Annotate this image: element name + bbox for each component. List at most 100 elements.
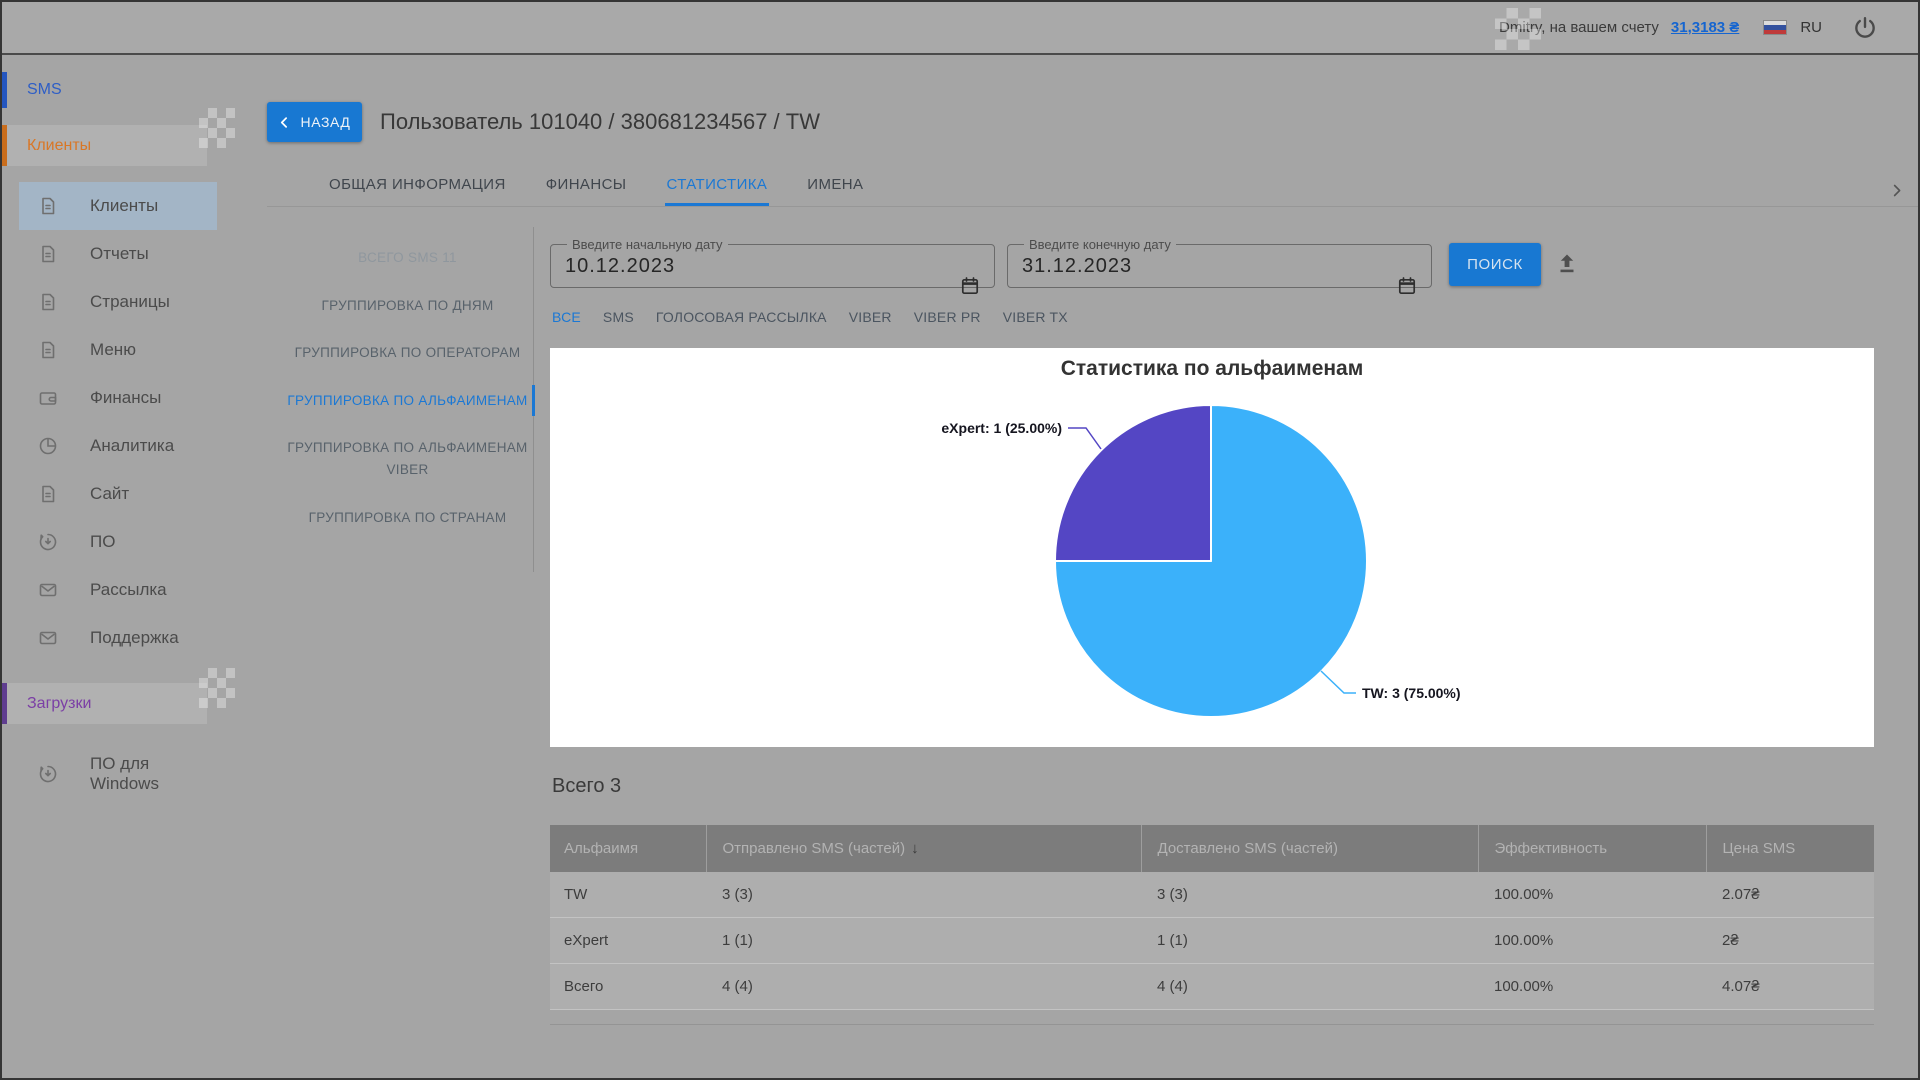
subnav-total-sms: ВСЕГО SMS 11 [282, 247, 533, 269]
main-content: НАЗАД Пользователь 101040 / 380681234567… [267, 57, 1918, 1078]
pixel-decoration [1495, 8, 1541, 50]
back-button-label: НАЗАД [300, 114, 350, 130]
cell-sent: 1 (1) [706, 918, 1141, 964]
type-voice[interactable]: ГОЛОСОВАЯ РАССЫЛКА [656, 309, 827, 325]
subnav-group-by-alphanames[interactable]: ГРУППИРОВКА ПО АЛЬФАИМЕНАМ [282, 390, 533, 412]
language-selector[interactable]: RU [1800, 19, 1822, 36]
end-date-label: Введите конечную дату [1024, 237, 1176, 252]
end-date-field[interactable]: Введите конечную дату 31.12.2023 [1007, 237, 1432, 288]
subnav-group-by-days[interactable]: ГРУППИРОВКА ПО ДНЯМ [282, 295, 533, 317]
download-bubble-icon [38, 532, 58, 552]
chevron-left-icon [278, 116, 291, 129]
pixel-decoration [199, 108, 235, 148]
sidebar-section-clients[interactable]: Клиенты [2, 125, 207, 166]
column-alphaname[interactable]: Альфаимя [550, 825, 706, 872]
cell-efficiency: 100.00% [1478, 872, 1706, 918]
sidebar-item-label: Клиенты [90, 196, 220, 216]
wallet-icon [38, 388, 58, 408]
end-date-value[interactable]: 31.12.2023 [1022, 255, 1417, 278]
section-sms-label: SMS [27, 81, 62, 99]
sidebar-item-label: Меню [90, 340, 220, 360]
sidebar-item-label: Страницы [90, 292, 220, 312]
search-button[interactable]: ПОИСК [1449, 243, 1541, 286]
balance-link[interactable]: 31,3183 ₴ [1671, 19, 1739, 36]
type-viber-pr[interactable]: VIBER PR [914, 309, 981, 325]
table-total-heading: Всего 3 [552, 775, 621, 798]
column-efficiency[interactable]: Эффективность [1478, 825, 1706, 872]
table-row-total: Всего 4 (4) 4 (4) 100.00% 4.07₴ [550, 964, 1874, 1010]
download-bubble-icon [38, 764, 58, 784]
sidebar-item-windows-software[interactable]: ПО для Windows [2, 746, 267, 802]
callout-label-expert: eXpert: 1 (25.00%) [941, 420, 1062, 436]
sidebar-item-mailing[interactable]: Рассылка [2, 566, 267, 614]
export-upload-icon[interactable] [1555, 251, 1579, 275]
column-price[interactable]: Цена SMS [1706, 825, 1874, 872]
sidebar-item-clients[interactable]: Клиенты [2, 182, 267, 230]
callout-line-expert [1068, 428, 1101, 449]
sidebar-item-label: Поддержка [90, 628, 220, 648]
table-header-row: Альфаимя Отправлено SMS (частей)↓ Достав… [550, 825, 1874, 872]
start-date-label: Введите начальную дату [567, 237, 728, 252]
document-icon [38, 484, 58, 504]
type-sms[interactable]: SMS [603, 309, 634, 325]
start-date-field[interactable]: Введите начальную дату 10.12.2023 [550, 237, 995, 288]
alphaname-pie-chart: Статистика по альфаименам eXpert: 1 (25.… [550, 348, 1874, 747]
document-icon [38, 196, 58, 216]
start-date-value[interactable]: 10.12.2023 [565, 255, 980, 278]
tab-general-info[interactable]: ОБЩАЯ ИНФОРМАЦИЯ [327, 176, 508, 206]
cell-price: 2.07₴ [1706, 872, 1874, 918]
column-sent[interactable]: Отправлено SMS (частей)↓ [706, 825, 1141, 872]
sidebar-item-pages[interactable]: Страницы [2, 278, 267, 326]
sidebar-section-downloads[interactable]: Загрузки [2, 683, 207, 724]
back-button[interactable]: НАЗАД [267, 102, 362, 142]
section-clients-label: Клиенты [27, 137, 91, 155]
calendar-icon[interactable] [1397, 276, 1417, 296]
message-type-filter: ВСЕ SMS ГОЛОСОВАЯ РАССЫЛКА VIBER VIBER P… [552, 309, 1068, 325]
sidebar-item-reports[interactable]: Отчеты [2, 230, 267, 278]
logout-power-icon[interactable] [1852, 15, 1878, 41]
sidebar-item-site[interactable]: Сайт [2, 470, 267, 518]
subnav-label: ГРУППИРОВКА ПО АЛЬФАИМЕНАМ [287, 393, 527, 408]
cell-alphaname: TW [550, 872, 706, 918]
sidebar-item-analytics[interactable]: Аналитика [2, 422, 267, 470]
sidebar-section-sms[interactable]: SMS [2, 72, 267, 108]
type-all[interactable]: ВСЕ [552, 309, 581, 325]
type-viber[interactable]: VIBER [849, 309, 892, 325]
chevron-right-icon[interactable] [1889, 183, 1904, 198]
tab-names[interactable]: ИМЕНА [805, 176, 865, 206]
calendar-icon[interactable] [960, 276, 980, 296]
sidebar-item-label: ПО для Windows [90, 754, 190, 795]
pie-chart-icon [38, 436, 58, 456]
callout-line-tw [1321, 671, 1356, 693]
column-sent-label: Отправлено SMS (частей) [723, 840, 906, 857]
sidebar-downloads-menu: ПО для Windows [2, 746, 267, 802]
table-row: eXpert 1 (1) 1 (1) 100.00% 2₴ [550, 918, 1874, 964]
document-icon [38, 292, 58, 312]
cell-alphaname: Всего [550, 964, 706, 1010]
column-delivered[interactable]: Доставлено SMS (частей) [1141, 825, 1478, 872]
envelope-icon [38, 628, 58, 648]
sidebar-item-label: Рассылка [90, 580, 220, 600]
alphaname-table: Альфаимя Отправлено SMS (частей)↓ Достав… [550, 825, 1874, 1010]
cell-efficiency: 100.00% [1478, 918, 1706, 964]
section-accent-bar [2, 125, 7, 166]
subnav-group-by-operators[interactable]: ГРУППИРОВКА ПО ОПЕРАТОРАМ [282, 342, 533, 364]
sidebar-item-label: Отчеты [90, 244, 220, 264]
page-title: Пользователь 101040 / 380681234567 / TW [380, 102, 820, 142]
tab-finances[interactable]: ФИНАНСЫ [544, 176, 629, 206]
sidebar-item-support[interactable]: Поддержка [2, 614, 267, 662]
tab-statistics[interactable]: СТАТИСТИКА [665, 176, 770, 206]
app-window: Dmitry, на вашем счету 31,3183 ₴ RU SMS … [0, 0, 1920, 1080]
sidebar-item-menu[interactable]: Меню [2, 326, 267, 374]
russian-flag-icon[interactable] [1763, 20, 1787, 35]
type-viber-tx[interactable]: VIBER TX [1003, 309, 1068, 325]
sidebar-item-software[interactable]: ПО [2, 518, 267, 566]
sidebar: SMS Клиенты Клиенты Отчеты [2, 57, 267, 1078]
cell-price: 2₴ [1706, 918, 1874, 964]
cell-alphaname: eXpert [550, 918, 706, 964]
subnav-group-by-countries[interactable]: ГРУППИРОВКА ПО СТРАНАМ [282, 507, 533, 529]
sidebar-item-finances[interactable]: Финансы [2, 374, 267, 422]
sidebar-item-label: ПО [90, 532, 220, 552]
sidebar-item-label: Аналитика [90, 436, 220, 456]
subnav-group-by-alphanames-viber[interactable]: ГРУППИРОВКА ПО АЛЬФАИМЕНАМ VIBER [282, 437, 533, 480]
